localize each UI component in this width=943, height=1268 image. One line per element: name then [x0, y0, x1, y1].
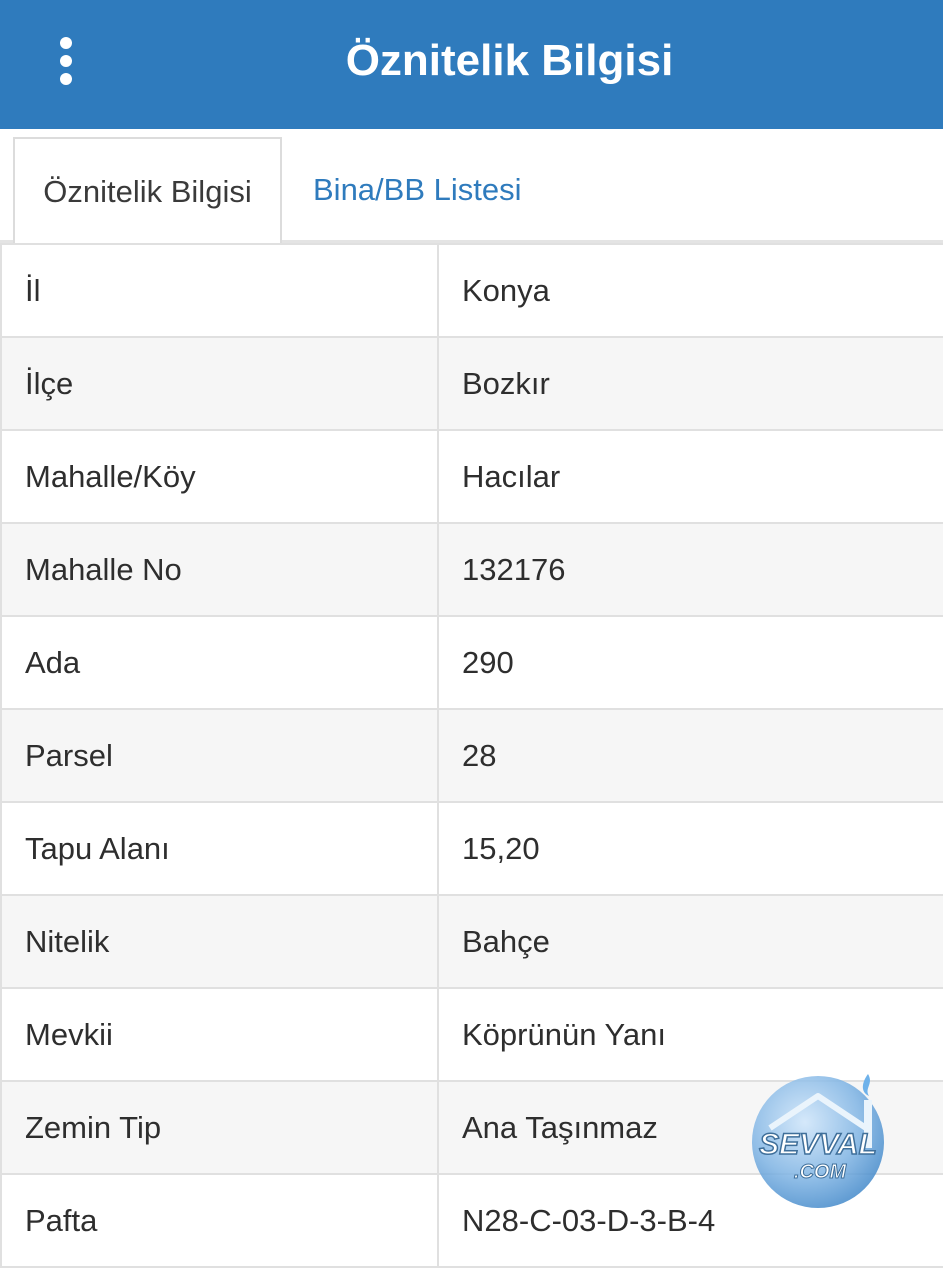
- table-row: İlçe Bozkır: [0, 338, 943, 431]
- row-value: Bozkır: [462, 365, 550, 401]
- row-label: Pafta: [0, 1175, 439, 1266]
- table-row: Tapu Alanı 15,20: [0, 803, 943, 896]
- row-value: Bahçe: [462, 923, 550, 959]
- table-row: Parsel 28: [0, 710, 943, 803]
- sevval-watermark-logo: SEVVAL .COM: [752, 1074, 884, 1208]
- row-value: 15,20: [462, 830, 540, 866]
- row-label: İl: [0, 245, 439, 336]
- table-row: İl Konya: [0, 245, 943, 338]
- row-value: 28: [462, 737, 497, 773]
- row-label: Mahalle No: [0, 524, 439, 615]
- row-value: Hacılar: [462, 458, 561, 494]
- row-value: Konya: [462, 272, 550, 308]
- row-label: Nitelik: [0, 896, 439, 987]
- table-row: Ada 290: [0, 617, 943, 710]
- app-bar: Öznitelik Bilgisi: [0, 0, 943, 129]
- tab-bina-bb-listesi[interactable]: Bina/BB Listesi: [313, 137, 522, 243]
- row-label: Mahalle/Köy: [0, 431, 439, 522]
- row-label: Zemin Tip: [0, 1082, 439, 1173]
- page-title: Öznitelik Bilgisi: [345, 36, 674, 85]
- tab-bar: Öznitelik Bilgisi Bina/BB Listesi: [0, 129, 943, 246]
- table-row: Nitelik Bahçe: [0, 896, 943, 989]
- row-label: Parsel: [0, 710, 439, 801]
- row-label: Ada: [0, 617, 439, 708]
- watermark-text: SEVVAL: [759, 1128, 877, 1161]
- row-label: Mevkii: [0, 989, 439, 1080]
- table-row: Mahalle/Köy Hacılar: [0, 431, 943, 524]
- row-value: 290: [462, 644, 514, 680]
- tab-oznitelik-bilgisi[interactable]: Öznitelik Bilgisi: [13, 137, 282, 246]
- table-row: Mahalle No 132176: [0, 524, 943, 617]
- row-label: Tapu Alanı: [0, 803, 439, 894]
- watermark-subtext: .COM: [794, 1161, 848, 1183]
- row-value: 132176: [462, 551, 566, 587]
- row-label: İlçe: [0, 338, 439, 429]
